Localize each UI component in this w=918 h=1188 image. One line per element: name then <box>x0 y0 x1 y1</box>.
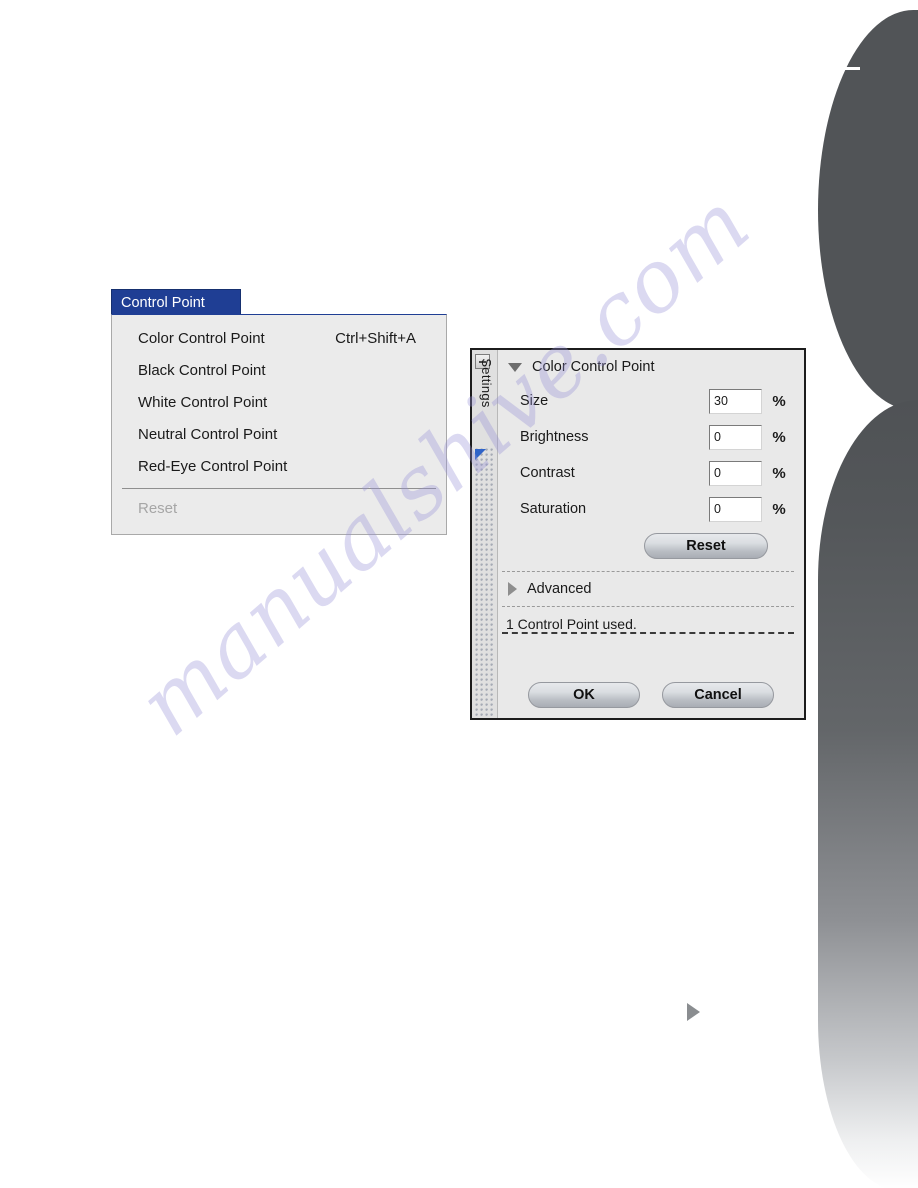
menu-item-white-control-point[interactable]: White Control Point <box>112 387 446 419</box>
menu-item-label: Color Control Point <box>138 330 265 347</box>
field-label: Size <box>520 393 549 409</box>
ok-button[interactable]: OK <box>528 682 640 708</box>
menu-item-label: Reset <box>138 500 178 517</box>
reset-row: Reset <box>498 527 804 559</box>
contrast-input[interactable]: 0 <box>709 460 762 486</box>
dialog-section-header[interactable]: Color Control Point <box>498 350 804 381</box>
field-row-size: Size 30 % <box>498 383 804 419</box>
decorative-edge-bar-top <box>818 10 918 410</box>
menu-item-red-eye-control-point[interactable]: Red-Eye Control Point <box>112 451 446 483</box>
field-label: Contrast <box>520 465 575 481</box>
menu-item-black-control-point[interactable]: Black Control Point <box>112 355 446 387</box>
menu-item-neutral-control-point[interactable]: Neutral Control Point <box>112 419 446 451</box>
dialog-body: Color Control Point Size 30 % Brightness… <box>498 350 804 718</box>
menu-separator <box>122 488 436 489</box>
menu-item-label: Neutral Control Point <box>138 426 278 443</box>
menu-item-color-control-point[interactable]: Color Control Point Ctrl+Shift+A <box>112 323 446 355</box>
status-text: 1 Control Point used. <box>506 616 637 632</box>
reset-button[interactable]: Reset <box>644 533 768 559</box>
control-point-menu: Control Point Color Control Point Ctrl+S… <box>111 289 447 535</box>
menu-item-shortcut: Ctrl+Shift+A <box>335 330 416 347</box>
field-unit: % <box>772 500 786 518</box>
decorative-edge-bar-bottom <box>818 400 918 1188</box>
cancel-button[interactable]: Cancel <box>662 682 774 708</box>
size-input[interactable]: 30 <box>709 388 762 414</box>
advanced-section-header[interactable]: Advanced <box>498 572 804 606</box>
advanced-label: Advanced <box>527 581 592 597</box>
menu-item-label: Red-Eye Control Point <box>138 458 288 475</box>
saturation-input[interactable]: 0 <box>709 496 762 522</box>
dialog-title: Color Control Point <box>532 359 655 375</box>
menu-item-reset: Reset <box>112 493 446 525</box>
field-unit: % <box>772 392 786 410</box>
decorative-edge-rule <box>820 67 860 70</box>
rail-texture <box>475 448 493 718</box>
menu-titlebar[interactable]: Control Point <box>111 289 241 315</box>
field-row-saturation: Saturation 0 % <box>498 491 804 527</box>
field-row-contrast: Contrast 0 % <box>498 455 804 491</box>
settings-rail-label: Settings <box>479 358 494 408</box>
brightness-input[interactable]: 0 <box>709 424 762 450</box>
menu-body: Color Control Point Ctrl+Shift+A Black C… <box>111 314 447 535</box>
page-root: Control Point Color Control Point Ctrl+S… <box>0 0 918 1188</box>
field-row-brightness: Brightness 0 % <box>498 419 804 455</box>
dialog-footer: OK Cancel <box>498 673 804 718</box>
settings-rail: Settings <box>472 350 498 718</box>
divider-above-footer <box>502 632 794 634</box>
play-triangle-icon <box>687 1003 700 1021</box>
chevron-right-icon[interactable] <box>508 582 517 596</box>
field-label: Saturation <box>520 501 587 517</box>
rail-marker-triangle-icon[interactable] <box>475 449 486 460</box>
menu-item-label: White Control Point <box>138 394 268 411</box>
settings-fields: Size 30 % Brightness 0 % Contrast 0 % Sa… <box>498 381 804 527</box>
color-control-point-dialog: Settings Color Control Point Size 30 % B… <box>470 348 806 720</box>
field-unit: % <box>772 428 786 446</box>
chevron-down-icon[interactable] <box>508 362 522 372</box>
field-label: Brightness <box>520 429 589 445</box>
field-unit: % <box>772 464 786 482</box>
menu-item-label: Black Control Point <box>138 362 266 379</box>
